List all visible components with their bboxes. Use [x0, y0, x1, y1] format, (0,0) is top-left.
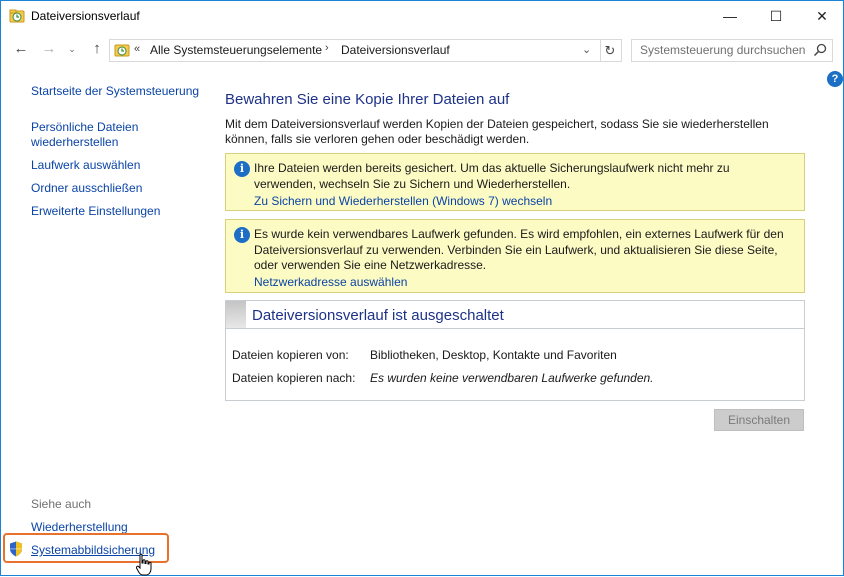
- status-title: Dateiversionsverlauf ist ausgeschaltet: [252, 307, 504, 324]
- info-icon: i: [234, 227, 250, 243]
- window-title: Dateiversionsverlauf: [31, 9, 140, 23]
- file-history-icon: [114, 44, 130, 57]
- exclude-folders-link[interactable]: Ordner ausschließen: [31, 181, 142, 196]
- hand-cursor-icon: [135, 553, 152, 576]
- restore-personal-files-link[interactable]: Persönliche Dateien wiederherstellen: [31, 120, 161, 150]
- search-input[interactable]: Systemsteuerung durchsuchen: [631, 39, 833, 62]
- copy-to-label: Dateien kopieren nach:: [232, 371, 356, 385]
- search-icon[interactable]: [812, 42, 828, 58]
- page-description: Mit dem Dateiversionsverlauf werden Kopi…: [225, 117, 769, 146]
- info-notice-no-drive: i Es wurde kein verwendbares Laufwerk ge…: [225, 219, 805, 293]
- forward-button[interactable]: →: [39, 39, 59, 59]
- help-icon[interactable]: ?: [827, 71, 843, 87]
- info-notice-already-backed-up: i Ihre Dateien werden bereits gesichert.…: [225, 153, 805, 211]
- maximize-button[interactable]: ☐: [753, 1, 799, 31]
- advanced-settings-link[interactable]: Erweiterte Einstellungen: [31, 204, 160, 219]
- minimize-button[interactable]: —: [707, 1, 753, 31]
- copy-to-value: Es wurden keine verwendbaren Laufwerke g…: [370, 371, 654, 385]
- select-network-location-link[interactable]: Netzwerkadresse auswählen: [254, 275, 407, 289]
- copy-from-value: Bibliotheken, Desktop, Kontakte und Favo…: [370, 348, 617, 362]
- divider: [226, 328, 804, 329]
- notice-text: Ihre Dateien werden bereits gesichert. U…: [254, 161, 730, 191]
- search-placeholder: Systemsteuerung durchsuchen: [640, 43, 806, 57]
- page-heading: Bewahren Sie eine Kopie Ihrer Dateien au…: [225, 91, 510, 108]
- left-pane: Startseite der Systemsteuerung Persönlic…: [1, 63, 201, 576]
- backup-restore-windows7-link[interactable]: Zu Sichern und Wiederherstellen (Windows…: [254, 194, 552, 208]
- select-drive-link[interactable]: Laufwerk auswählen: [31, 158, 140, 173]
- status-indicator: [226, 301, 246, 328]
- see-also-heading: Siehe auch: [31, 497, 92, 511]
- back-button[interactable]: ←: [11, 39, 31, 59]
- control-panel-home-link[interactable]: Startseite der Systemsteuerung: [31, 84, 199, 99]
- breadcrumb-overflow-icon[interactable]: «: [134, 43, 140, 55]
- navigation-bar: ← → ⌄ ↑ « Alle Systemsteuerungselemente …: [1, 35, 843, 63]
- up-button[interactable]: ↑: [87, 39, 107, 59]
- recent-locations-button[interactable]: ⌄: [65, 39, 79, 59]
- breadcrumb-all-control-panel-items[interactable]: Alle Systemsteuerungselemente: [150, 43, 322, 57]
- address-dropdown-icon[interactable]: ⌄: [582, 43, 591, 56]
- enable-button[interactable]: Einschalten: [714, 409, 804, 431]
- copy-from-label: Dateien kopieren von:: [232, 348, 349, 362]
- breadcrumb-separator-icon[interactable]: ›: [325, 42, 329, 54]
- file-history-icon: [9, 9, 25, 23]
- info-icon: i: [234, 161, 250, 177]
- breadcrumb-file-history[interactable]: Dateiversionsverlauf: [341, 43, 450, 57]
- status-panel: Dateiversionsverlauf ist ausgeschaltet D…: [225, 300, 805, 401]
- shield-icon: [10, 541, 22, 557]
- file-history-window: Dateiversionsverlauf — ☐ ✕ ← → ⌄ ↑ « All…: [0, 0, 844, 576]
- address-bar[interactable]: « Alle Systemsteuerungselemente › Dateiv…: [109, 39, 601, 62]
- refresh-button[interactable]: ↻: [599, 39, 622, 62]
- close-button[interactable]: ✕: [799, 1, 844, 31]
- title-bar[interactable]: Dateiversionsverlauf — ☐ ✕: [1, 1, 843, 31]
- notice-text: Es wurde kein verwendbares Laufwerk gefu…: [254, 227, 784, 272]
